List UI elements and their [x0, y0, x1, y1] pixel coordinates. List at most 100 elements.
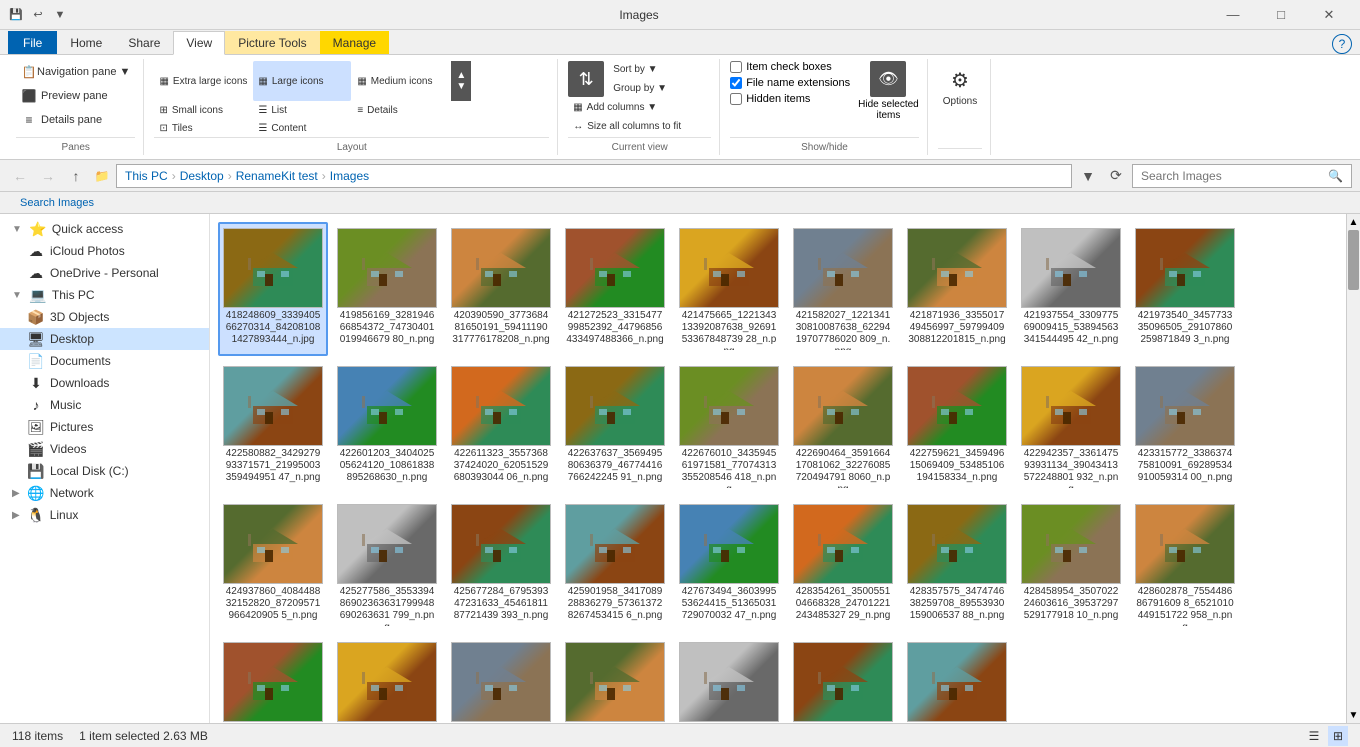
path-part-images[interactable]: Images	[330, 169, 369, 183]
quick-access-toolbar[interactable]: 💾 ↩ ▼	[8, 7, 68, 23]
file-name-extensions-checkbox[interactable]	[730, 77, 742, 89]
sidebar-item-linux[interactable]: ▶ 🐧 Linux	[0, 504, 209, 526]
large-icons-button[interactable]: ▦ Large icons	[253, 61, 351, 101]
file-item[interactable]: 422942357_336147593931134_39043413572248…	[1016, 360, 1126, 494]
sidebar-item-onedrive[interactable]: ☁ OneDrive - Personal	[0, 262, 209, 284]
file-item[interactable]: 422580882_342927993371571_21995003359494…	[218, 360, 328, 494]
file-item[interactable]: 428607189_755448632124986_60113936988354…	[218, 636, 328, 723]
file-item[interactable]: 420390590_377368481650191_59411190317776…	[446, 222, 556, 356]
file-item[interactable]: 427673494_360399553624415_51365031729070…	[674, 498, 784, 632]
sidebar-item-3d-objects[interactable]: 📦 3D Objects	[0, 306, 209, 328]
tab-manage[interactable]: Manage	[320, 31, 389, 54]
search-box[interactable]: 🔍	[1132, 164, 1352, 188]
scroll-down[interactable]: ▼	[1347, 707, 1360, 723]
layout-scroll[interactable]: ▲▼	[451, 61, 471, 101]
hidden-items-row[interactable]: Hidden items	[730, 93, 850, 105]
file-item[interactable]: 428354261_350055104668328_24701221243485…	[788, 498, 898, 632]
close-button[interactable]: ✕	[1306, 0, 1352, 30]
file-item[interactable]: 421937554_330977569009415_53894563341544…	[1016, 222, 1126, 356]
sort-by-button[interactable]: Sort by ▼	[608, 61, 672, 78]
minimize-button[interactable]: —	[1210, 0, 1256, 30]
sidebar-item-music[interactable]: ♪ Music	[0, 394, 209, 416]
back-button[interactable]: ←	[8, 164, 32, 188]
tab-file[interactable]: File	[8, 31, 57, 54]
tab-home[interactable]: Home	[57, 31, 115, 54]
extra-large-icons-button[interactable]: ▦ Extra large icons	[154, 61, 252, 101]
sidebar-item-quick-access[interactable]: ▼ ⭐ Quick access	[0, 218, 209, 240]
sidebar-item-downloads[interactable]: ⬇ Downloads	[0, 372, 209, 394]
address-path[interactable]: This PC › Desktop › RenameKit test › Ima…	[116, 164, 1072, 188]
file-item[interactable]: 428602878_755448686791609 8_652101044915…	[1130, 498, 1240, 632]
file-item[interactable]: 422611323_355736837424020_62051529680393…	[446, 360, 556, 494]
file-item[interactable]: 428619314_714858000860290 0_488869205695…	[446, 636, 556, 723]
file-item[interactable]: 424937860_408448832152820_87209571966420…	[218, 498, 328, 632]
file-item[interactable]: 418248609_333940566270314_84208108142789…	[218, 222, 328, 356]
undo-icon[interactable]: ↩	[30, 7, 46, 23]
help-icon[interactable]: ?	[1332, 34, 1360, 54]
path-part-desktop[interactable]: Desktop	[180, 169, 224, 183]
refresh-button[interactable]: ⟳	[1104, 164, 1128, 188]
file-name-extensions-row[interactable]: File name extensions	[730, 77, 850, 89]
file-item[interactable]: 422601203_340402505624120_10861838895268…	[332, 360, 442, 494]
file-item[interactable]: 425277586_355339486902363631799948690263…	[332, 498, 442, 632]
file-item[interactable]: 421475665_122134313392087638_92691533678…	[674, 222, 784, 356]
path-part-renamekit[interactable]: RenameKit test	[236, 169, 318, 183]
tab-share[interactable]: Share	[115, 31, 173, 54]
size-all-columns-button[interactable]: ↔ Size all columns to fit	[568, 118, 686, 135]
file-item[interactable]: 423315772_338637475810091_69289534910059…	[1130, 360, 1240, 494]
sidebar-item-pictures[interactable]: 🖼 Pictures	[0, 416, 209, 438]
tiles-button[interactable]: ⊡ Tiles	[154, 120, 252, 137]
file-item[interactable]: 422637637_356949580636379_46774416766242…	[560, 360, 670, 494]
file-item[interactable]: 422690464_359166417081062_32276085720494…	[788, 360, 898, 494]
scroll-up[interactable]: ▲	[1347, 214, 1360, 230]
search-input[interactable]	[1141, 169, 1324, 183]
scrollbar[interactable]: ▲ ▼	[1346, 214, 1360, 723]
up-button[interactable]: ↑	[64, 164, 88, 188]
quick-access-dropdown-icon[interactable]: ▼	[52, 7, 68, 23]
sidebar-item-documents[interactable]: 📄 Documents	[0, 350, 209, 372]
file-item[interactable]: 421973540_345773335096505_29107860259871…	[1130, 222, 1240, 356]
file-item[interactable]: cabin_mountain_2.png	[674, 636, 784, 723]
file-item[interactable]: 428611294_755448664582785_45334930607665…	[332, 636, 442, 723]
file-item[interactable]: cabin_forest_1.png	[788, 636, 898, 723]
file-item[interactable]: 428458954_350702224603616_39537297529177…	[1016, 498, 1126, 632]
hidden-items-checkbox[interactable]	[730, 93, 742, 105]
save-icon[interactable]: 💾	[8, 7, 24, 23]
path-part-this-pc[interactable]: This PC	[125, 169, 168, 183]
file-item[interactable]: 422676010_343594561971581_77074313355208…	[674, 360, 784, 494]
details-pane-button[interactable]: ≡ Details pane	[16, 109, 135, 131]
tab-picture-tools[interactable]: Picture Tools	[225, 31, 319, 54]
file-item[interactable]: 419856169_328194666854372_74730401019946…	[332, 222, 442, 356]
file-item[interactable]: 425901958_341708928836279_57361372826745…	[560, 498, 670, 632]
file-item[interactable]: cabin_forest_2.png	[902, 636, 1012, 723]
file-item[interactable]: cabin_mountain_1.png	[560, 636, 670, 723]
sidebar-item-videos[interactable]: 🎬 Videos	[0, 438, 209, 460]
group-by-button[interactable]: Group by ▼	[608, 80, 672, 97]
maximize-button[interactable]: □	[1258, 0, 1304, 30]
file-item[interactable]: 428357575_347474638259708_89553930159006…	[902, 498, 1012, 632]
file-item[interactable]: 425677284_679539347231633_45461811877214…	[446, 498, 556, 632]
sidebar-item-icloud[interactable]: ☁ iCloud Photos	[0, 240, 209, 262]
small-icons-button[interactable]: ⊞ Small icons	[154, 102, 252, 119]
list-button[interactable]: ☰ List	[253, 102, 351, 119]
add-columns-button[interactable]: ▦ Add columns ▼	[568, 99, 686, 116]
forward-button[interactable]: →	[36, 164, 60, 188]
file-item[interactable]: 422759621_345949615069409_53485106194158…	[902, 360, 1012, 494]
tab-view[interactable]: View	[173, 31, 225, 55]
address-dropdown-button[interactable]: ▼	[1076, 164, 1100, 188]
file-item[interactable]: 421272523_331547799852392_44796856433497…	[560, 222, 670, 356]
sidebar-item-network[interactable]: ▶ 🌐 Network	[0, 482, 209, 504]
sidebar-item-desktop[interactable]: 🖥 Desktop	[0, 328, 209, 350]
item-check-boxes-checkbox[interactable]	[730, 61, 742, 73]
options-button[interactable]: ⚙ Options	[938, 61, 982, 110]
details-view-button[interactable]: ☰	[1304, 726, 1324, 746]
medium-icons-button[interactable]: ▦ Medium icons	[352, 61, 450, 101]
navigation-pane-button[interactable]: 📋 Navigation pane ▼	[16, 61, 135, 83]
sidebar-item-this-pc[interactable]: ▼ 💻 This PC	[0, 284, 209, 306]
search-images-tab[interactable]: Search Images	[8, 195, 106, 211]
scroll-thumb[interactable]	[1348, 230, 1359, 290]
item-check-boxes-row[interactable]: Item check boxes	[730, 61, 850, 73]
details-button[interactable]: ≡ Details	[352, 102, 450, 119]
file-item[interactable]: 421871936_335501749456997_59799409308812…	[902, 222, 1012, 356]
content-button[interactable]: ☰ Content	[253, 120, 351, 137]
